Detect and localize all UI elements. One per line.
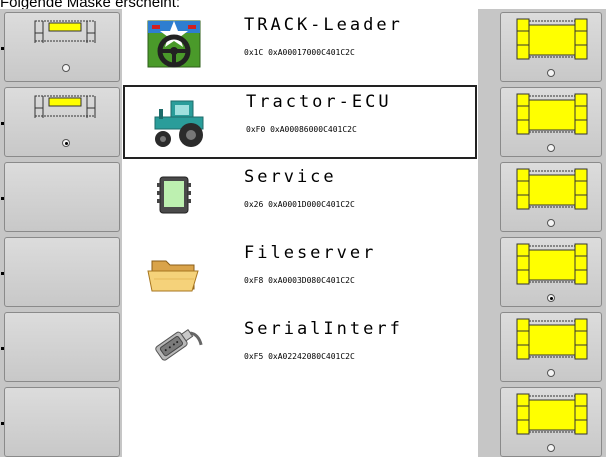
device-title: Tractor-ECU (246, 92, 392, 112)
radio-indicator (547, 144, 555, 152)
left-softkey-4[interactable] (1, 237, 120, 307)
softkey-marker (1, 122, 4, 125)
radio-indicator (547, 444, 555, 452)
left-softkey-5[interactable] (1, 312, 120, 382)
left-softkey-3[interactable] (1, 162, 120, 232)
left-softkey-column (0, 9, 122, 457)
boom-large-icon (516, 168, 588, 210)
boom-small-icon (34, 20, 96, 43)
tractor-icon (154, 100, 204, 147)
right-softkey-4[interactable] (500, 237, 602, 307)
device-row-fileserver[interactable]: Fileserver 0xF8 0xA0003D080C401C2C (122, 237, 478, 311)
device-list: TRACK-Leader 0x1C 0xA00017000C401C2C Tra… (122, 9, 478, 457)
device-title: Service (244, 167, 337, 187)
right-softkey-column (478, 9, 606, 457)
right-softkey-5[interactable] (500, 312, 602, 382)
left-softkey-2[interactable] (1, 87, 120, 157)
boom-large-icon (516, 93, 588, 135)
softkey-marker (1, 272, 4, 275)
device-row-track-leader[interactable]: TRACK-Leader 0x1C 0xA00017000C401C2C (122, 9, 478, 83)
steering-wheel-icon (147, 20, 201, 68)
radio-indicator (547, 294, 555, 302)
terminal-icon (157, 176, 191, 214)
radio-indicator (62, 139, 70, 147)
device-address: 0x1C 0xA00017000C401C2C (244, 48, 355, 57)
boom-small-icon (34, 95, 96, 118)
device-title: SerialInterf (244, 319, 403, 339)
boom-large-icon (516, 318, 588, 360)
softkey-marker (1, 422, 4, 425)
radio-indicator (547, 219, 555, 227)
device-row-service[interactable]: Service 0x26 0xA0001D000C401C2C (122, 161, 478, 235)
left-softkey-6[interactable] (1, 387, 120, 457)
device-row-tractor-ecu[interactable]: Tractor-ECU 0xF0 0xA00086000C401C2C (123, 85, 477, 159)
right-softkey-2[interactable] (500, 87, 602, 157)
softkey-marker (1, 197, 4, 200)
radio-indicator (547, 369, 555, 377)
softkey-marker (1, 47, 4, 50)
radio-indicator (547, 69, 555, 77)
device-address: 0x26 0xA0001D000C401C2C (244, 200, 355, 209)
device-address: 0xF0 0xA00086000C401C2C (246, 125, 357, 134)
folder-icon (147, 260, 199, 292)
left-softkey-1[interactable] (1, 12, 120, 82)
radio-indicator (62, 64, 70, 72)
device-row-serialinterf[interactable]: SerialInterf 0xF5 0xA02242080C401C2C (122, 313, 478, 387)
device-title: TRACK-Leader (244, 15, 403, 35)
device-address: 0xF8 0xA0003D080C401C2C (244, 276, 355, 285)
device-title: Fileserver (244, 243, 377, 263)
serial-plug-icon (155, 328, 203, 361)
right-softkey-3[interactable] (500, 162, 602, 232)
right-softkey-6[interactable] (500, 387, 602, 457)
boom-large-icon (516, 243, 588, 285)
right-softkey-1[interactable] (500, 12, 602, 82)
softkey-marker (1, 347, 4, 350)
boom-large-icon (516, 393, 588, 435)
boom-large-icon (516, 18, 588, 60)
device-address: 0xF5 0xA02242080C401C2C (244, 352, 355, 361)
